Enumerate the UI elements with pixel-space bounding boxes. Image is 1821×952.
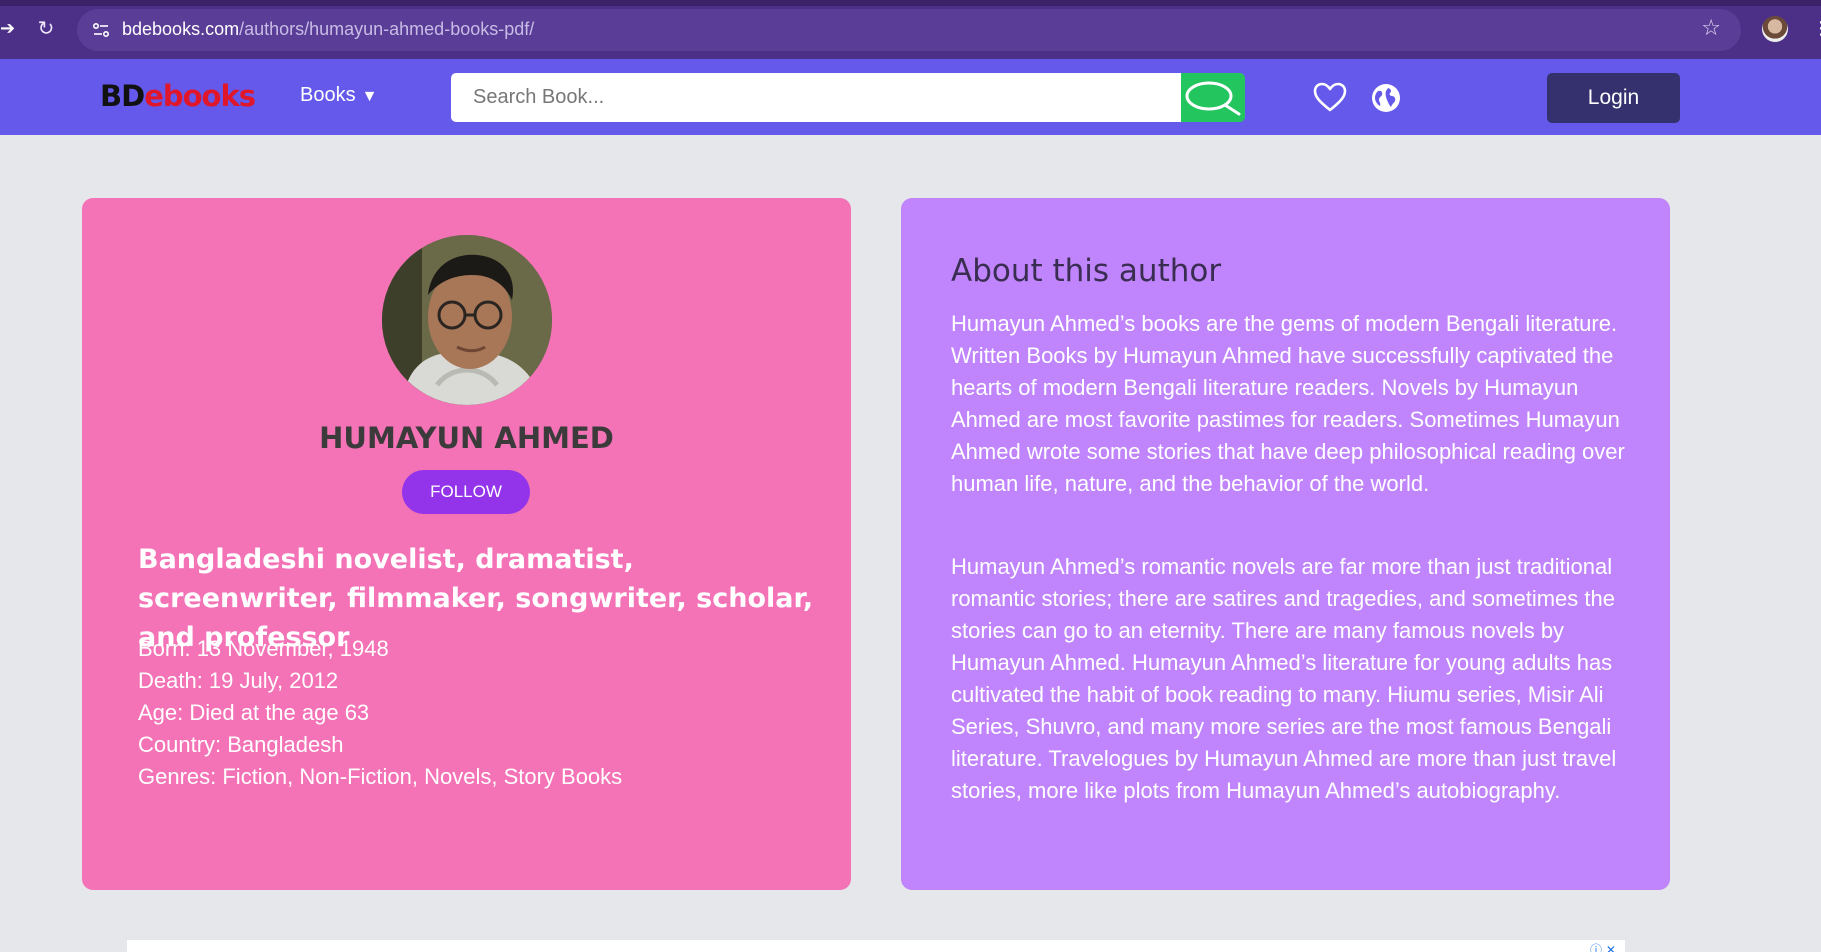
logo-ebooks: ebooks	[144, 79, 256, 113]
url-text[interactable]: bdebooks.com/authors/humayun-ahmed-books…	[122, 19, 534, 40]
search-icon	[1185, 81, 1241, 116]
language-globe-icon[interactable]	[1371, 83, 1401, 113]
search-button[interactable]	[1181, 73, 1245, 122]
site-logo[interactable]: BDebooks	[100, 79, 256, 113]
search-box	[451, 73, 1181, 122]
fact-death: Death: 19 July, 2012	[138, 668, 339, 693]
url-path: /authors/humayun-ahmed-books-pdf/	[239, 19, 535, 39]
caret-down-icon: ▼	[361, 88, 378, 105]
books-menu-label: Books	[300, 84, 356, 106]
ad-close-icon[interactable]: ⓘ ✕	[1590, 941, 1616, 952]
about-author-card: About this author Humayun Ahmed’s books …	[901, 198, 1670, 890]
about-paragraph-1: Humayun Ahmed’s books are the gems of mo…	[951, 311, 1625, 496]
books-dropdown[interactable]: Books ▼	[300, 84, 377, 107]
browser-menu-icon[interactable]: ⋮	[1812, 18, 1821, 39]
reload-icon[interactable]: ↻	[34, 16, 58, 40]
search-input[interactable]	[451, 73, 1181, 122]
fact-born: Born: 13 November, 1948	[138, 636, 389, 661]
site-info-icon[interactable]	[91, 20, 111, 40]
follow-button[interactable]: FOLLOW	[402, 470, 530, 514]
fact-genres: Genres: Fiction, Non-Fiction, Novels, St…	[138, 764, 623, 789]
ad-banner	[127, 940, 1625, 952]
address-bar[interactable]: bdebooks.com/authors/humayun-ahmed-books…	[77, 9, 1741, 51]
browser-toolbar: ➔ ↻ bdebooks.com/authors/humayun-ahmed-b…	[0, 0, 1821, 59]
author-profile-card: HUMAYUN AHMED FOLLOW Bangladeshi novelis…	[82, 198, 851, 890]
favorites-heart-icon[interactable]	[1312, 81, 1348, 113]
bookmark-star-icon[interactable]: ☆	[1701, 16, 1721, 41]
fact-age: Age: Died at the age 63	[138, 700, 370, 725]
browser-tab-strip	[0, 0, 1821, 6]
about-title: About this author	[951, 253, 1222, 289]
site-header: BDebooks Books ▼ Login	[0, 59, 1821, 135]
profile-avatar[interactable]	[1762, 16, 1788, 42]
login-button[interactable]: Login	[1547, 73, 1680, 123]
url-host: bdebooks.com	[122, 19, 240, 39]
fact-country: Country: Bangladesh	[138, 732, 344, 757]
forward-arrow-icon[interactable]: ➔	[0, 18, 15, 39]
author-name: HUMAYUN AHMED	[319, 421, 614, 455]
author-facts-list: Born: 13 November, 1948 Death: 19 July, …	[138, 633, 818, 793]
about-paragraph-2: Humayun Ahmed’s romantic novels are far …	[951, 554, 1617, 803]
author-photo	[382, 235, 552, 405]
logo-bd: BD	[100, 79, 145, 113]
author-portrait-image	[382, 235, 552, 405]
